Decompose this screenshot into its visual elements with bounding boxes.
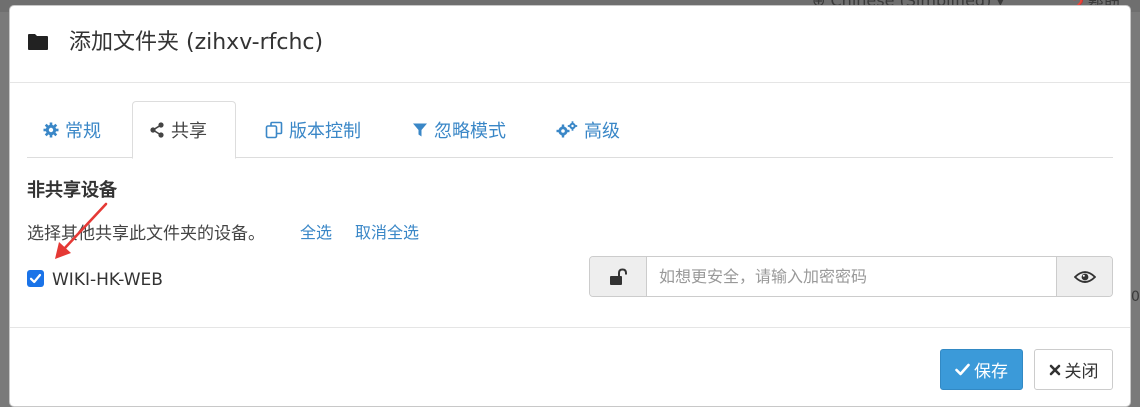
gears-icon <box>556 120 578 137</box>
save-button-label: 保存 <box>974 362 1008 382</box>
device-hint-text: 选择其他共享此文件夹的设备。 <box>27 223 265 244</box>
select-all-link[interactable]: 全选 <box>300 219 332 243</box>
save-button[interactable]: 保存 <box>940 349 1023 390</box>
modal-footer: 保存 关闭 <box>10 327 1130 407</box>
modal-title: 添加文件夹 (zihxv-rfchc) <box>69 30 324 55</box>
modal-header: 添加文件夹 (zihxv-rfchc) <box>10 6 1130 83</box>
gear-icon <box>43 122 59 137</box>
tab-general-label: 常规 <box>65 120 101 142</box>
filter-icon <box>413 123 427 136</box>
close-icon <box>1049 364 1060 375</box>
section-title-unshared-devices: 非共享设备 <box>27 180 117 201</box>
eye-icon <box>1073 270 1096 283</box>
share-icon <box>150 122 164 138</box>
check-icon <box>955 363 970 376</box>
tab-sharing[interactable]: 共享 <box>132 101 236 159</box>
folder-icon <box>28 34 48 50</box>
tab-versioning[interactable]: 版本控制 <box>249 101 377 158</box>
copy-icon <box>265 121 283 138</box>
tab-versioning-label: 版本控制 <box>289 120 361 142</box>
tab-sharing-label: 共享 <box>171 121 207 142</box>
device-hint-row: 选择其他共享此文件夹的设备。 全选 取消全选 <box>27 219 419 244</box>
device-row: WIKI-HK-WEB <box>27 266 163 290</box>
tab-ignore-patterns-label: 忽略模式 <box>434 120 506 142</box>
device-checkbox[interactable] <box>27 269 44 287</box>
device-name: WIKI-HK-WEB <box>52 270 163 290</box>
tab-general[interactable]: 常规 <box>27 101 131 158</box>
background-side-text: 0 <box>1131 289 1140 305</box>
close-button[interactable]: 关闭 <box>1034 349 1113 390</box>
tab-ignore-patterns[interactable]: 忽略模式 <box>396 101 522 158</box>
unlock-icon <box>590 257 647 296</box>
encryption-password-input[interactable] <box>647 257 1056 296</box>
deselect-all-link[interactable]: 取消全选 <box>355 219 419 243</box>
add-folder-modal: 添加文件夹 (zihxv-rfchc) 常规 共享 版本控制 忽略模式 高级 非… <box>9 5 1131 407</box>
checkmark-icon <box>29 273 42 283</box>
close-button-label: 关闭 <box>1064 362 1099 382</box>
encryption-password-group <box>589 256 1113 297</box>
tab-bar: 常规 共享 版本控制 忽略模式 高级 <box>27 101 1113 159</box>
tab-advanced-label: 高级 <box>584 120 620 142</box>
tab-advanced[interactable]: 高级 <box>540 101 636 158</box>
show-password-button[interactable] <box>1056 257 1112 296</box>
